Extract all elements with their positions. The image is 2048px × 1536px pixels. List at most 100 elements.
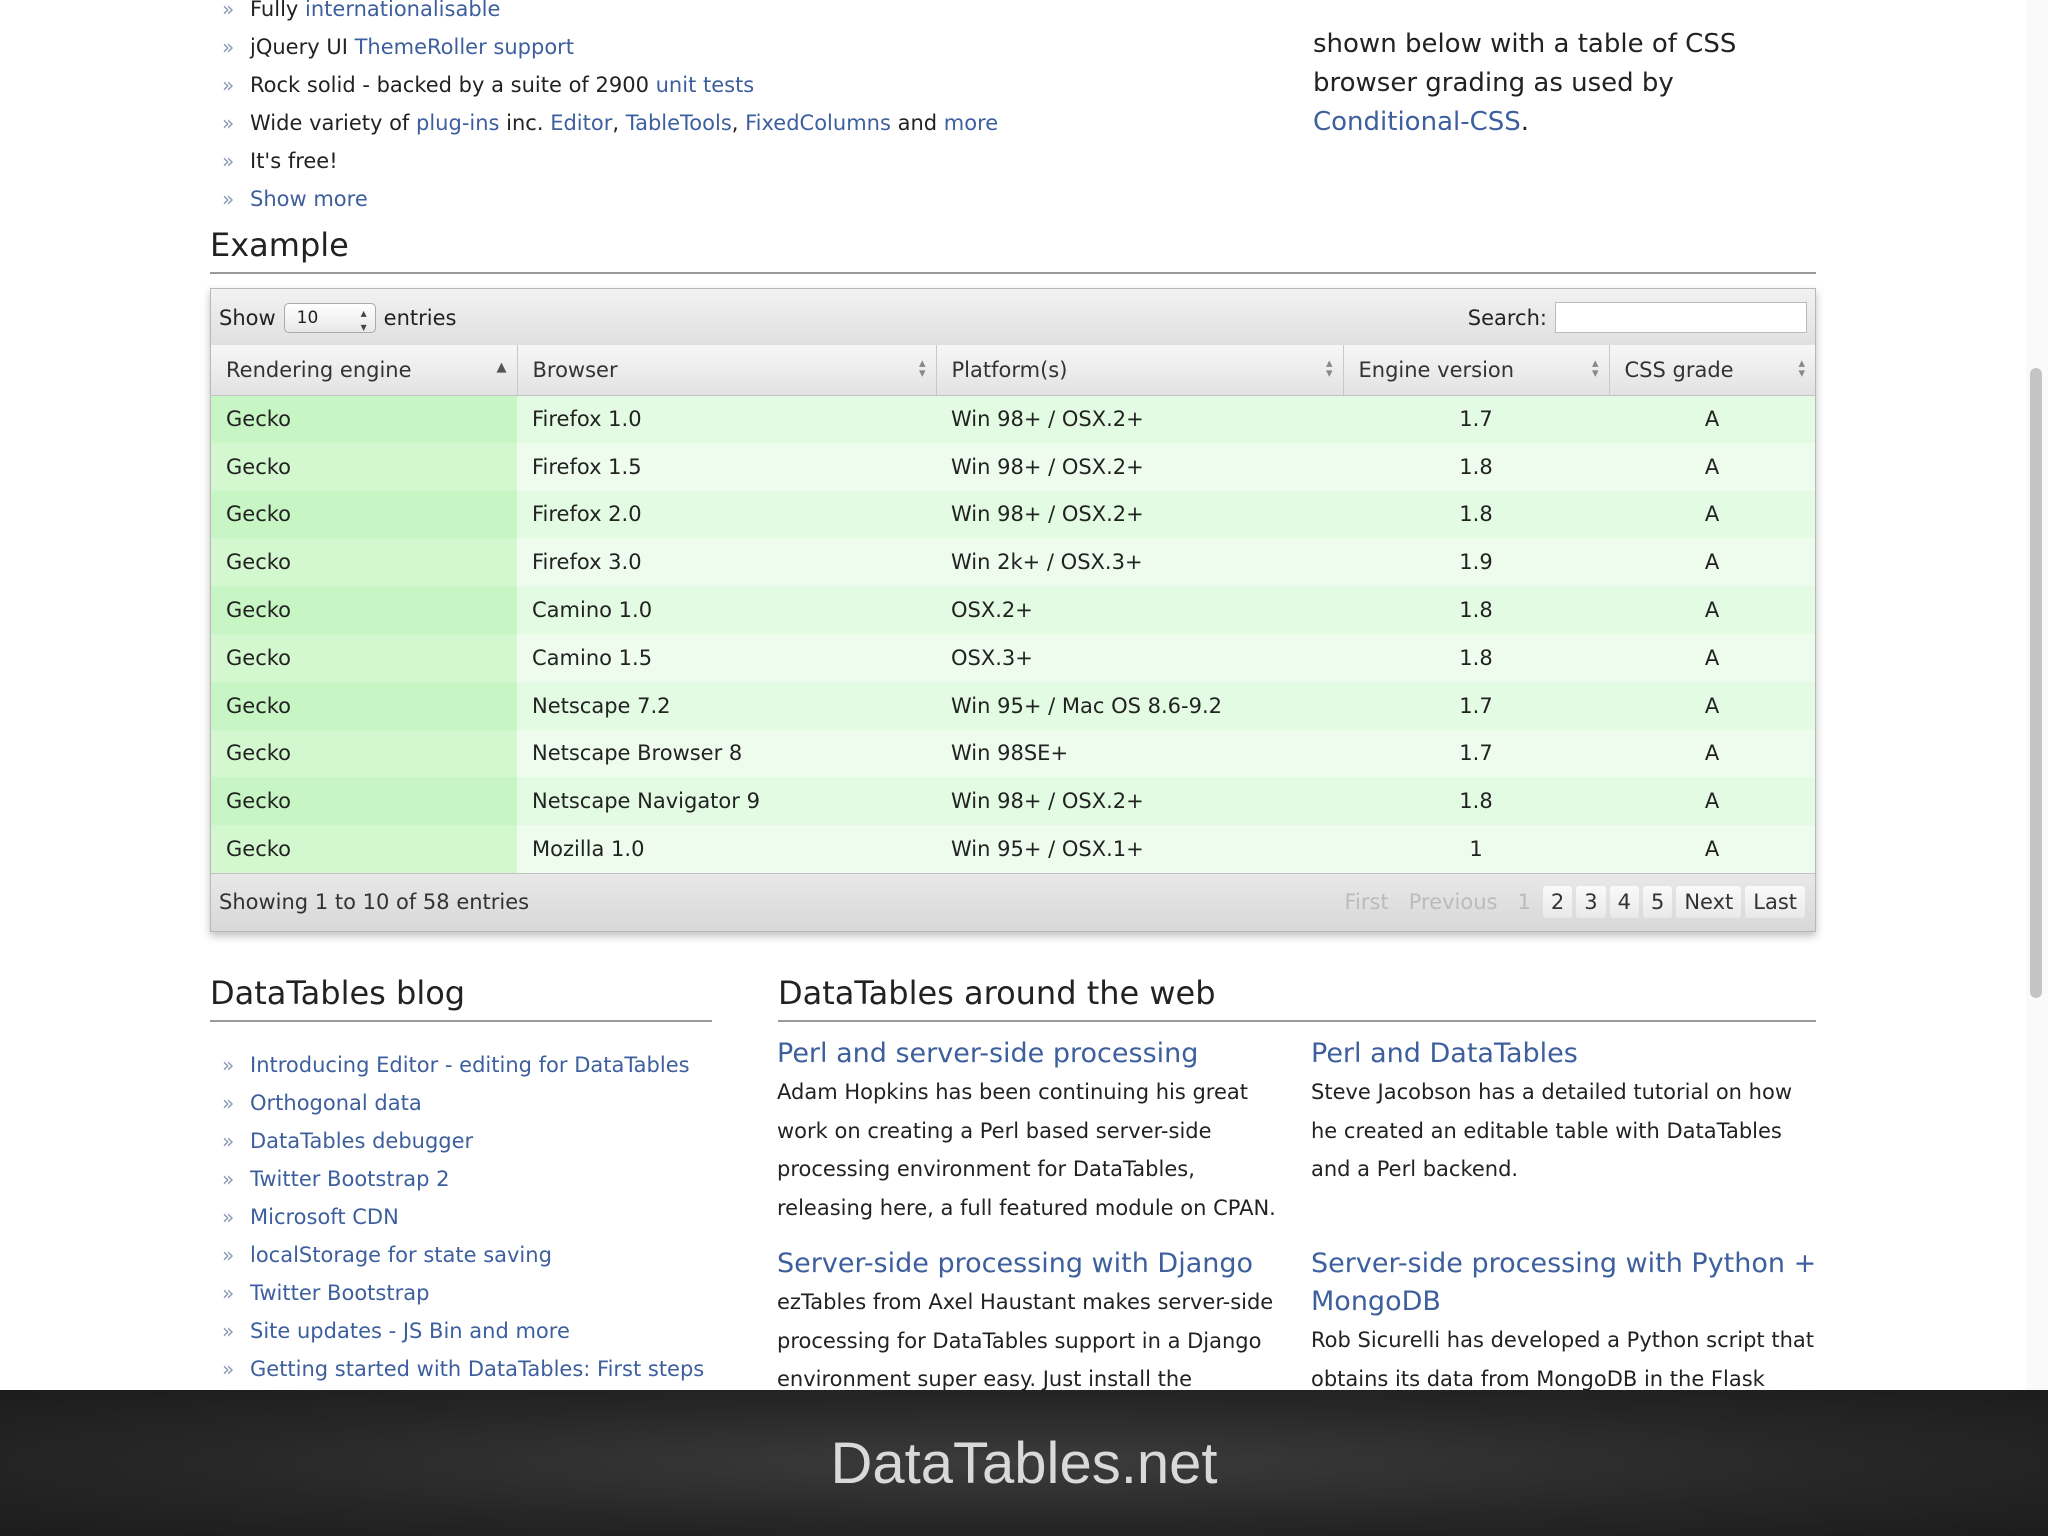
column-header-platforms[interactable]: Platform(s) ▴ ▾ [936, 345, 1344, 396]
table-cell: A [1609, 490, 1815, 539]
previous-page-button[interactable]: Previous [1401, 886, 1506, 918]
web-article-title-link[interactable]: Perl and DataTables [1311, 1035, 1821, 1073]
entries-label: entries [383, 306, 457, 330]
table-cell: A [1609, 538, 1815, 587]
table-row[interactable]: Gecko Camino 1.0 OSX.2+ 1.8 A [211, 586, 1815, 634]
web-article: Server-side processing with Python + Mon… [1311, 1245, 1821, 1390]
table-cell: Win 98+ / OSX.2+ [936, 442, 1343, 491]
web-article-title-link[interactable]: Perl and server-side processing [777, 1035, 1287, 1073]
column-header-browser[interactable]: Browser ▴ ▾ [517, 345, 937, 396]
note-line: shown below with a table of CSS [1313, 29, 1737, 59]
conditional-css-link[interactable]: Conditional-CSS [1313, 107, 1521, 137]
table-cell: Gecko [211, 586, 517, 634]
table-cell: Gecko [211, 729, 517, 778]
blog-post-link[interactable]: Twitter Bootstrap [222, 1274, 702, 1312]
table-row[interactable]: Gecko Firefox 2.0 Win 98+ / OSX.2+ 1.8 A [211, 490, 1815, 539]
select-arrows-icon: ▴ ▾ [360, 306, 367, 334]
table-cell: Mozilla 1.0 [517, 825, 936, 873]
fixedcolumns-link[interactable]: FixedColumns [745, 111, 891, 135]
web-article-title-link[interactable]: Server-side processing with Django [777, 1245, 1287, 1283]
sort-both-icon: ▴ ▾ [1325, 356, 1333, 381]
last-page-button[interactable]: Last [1745, 885, 1805, 918]
table-cell: Camino 1.5 [517, 633, 936, 682]
table-row[interactable]: Gecko Netscape 7.2 Win 95+ / Mac OS 8.6-9.… [211, 681, 1815, 730]
table-cell: A [1609, 586, 1815, 634]
editor-link[interactable]: Editor [550, 111, 612, 135]
table-cell: Win 98+ / OSX.2+ [936, 395, 1343, 443]
table-cell: Gecko [211, 538, 517, 587]
plug-ins-link[interactable]: plug-ins [416, 111, 499, 135]
internationalisable-link[interactable]: internationalisable [305, 0, 500, 21]
table-row[interactable]: Gecko Firefox 3.0 Win 2k+ / OSX.3+ 1.9 A [211, 538, 1815, 587]
table-row[interactable]: Gecko Netscape Navigator 9 Win 98+ / OSX.2… [211, 777, 1815, 826]
table-cell: A [1609, 633, 1815, 682]
table-cell: Firefox 2.0 [517, 490, 936, 539]
column-header-rendering-engine[interactable]: Rendering engine ▲ [211, 345, 518, 396]
table-cell: Firefox 1.5 [517, 442, 936, 491]
feature-text: Wide variety of [250, 111, 417, 135]
sort-both-icon: ▴ ▾ [1591, 356, 1599, 381]
show-label: Show [219, 306, 276, 330]
table-cell: Win 2k+ / OSX.3+ [936, 538, 1343, 587]
table-cell: 1.7 [1343, 681, 1609, 730]
blog-post-link[interactable]: Getting started with DataTables: First s… [222, 1350, 704, 1388]
feature-text: and [890, 111, 944, 135]
web-article-summary: ezTables from Axel Haustant makes server… [777, 1290, 1274, 1390]
blog-post-link[interactable]: Introducing Editor - editing for DataTab… [222, 1046, 702, 1084]
table-cell: A [1609, 442, 1815, 491]
blog-post-link[interactable]: Orthogonal data [222, 1084, 702, 1122]
table-cell: 1.9 [1343, 538, 1609, 587]
blog-post-link[interactable]: localStorage for state saving [222, 1236, 702, 1274]
datatable-footer: Showing 1 to 10 of 58 entries First Prev… [211, 872, 1815, 931]
blog-heading: DataTables blog [210, 974, 712, 1022]
column-header-engine-version[interactable]: Engine version ▴ ▾ [1343, 345, 1610, 396]
column-header-css-grade[interactable]: CSS grade ▴ ▾ [1609, 345, 1815, 396]
table-row[interactable]: Gecko Mozilla 1.0 Win 95+ / OSX.1+ 1 A [211, 825, 1815, 873]
themeroller-link[interactable]: ThemeRoller support [355, 35, 574, 59]
table-info: Showing 1 to 10 of 58 entries [219, 889, 530, 914]
web-article-title-link[interactable]: Server-side processing with Python + Mon… [1311, 1245, 1821, 1321]
page-button[interactable]: 4 [1609, 885, 1639, 918]
page-button[interactable]: 3 [1576, 885, 1606, 918]
next-page-button[interactable]: Next [1676, 885, 1742, 918]
table-cell: Gecko [211, 777, 517, 826]
column-label: CSS grade [1624, 357, 1734, 382]
table-row[interactable]: Gecko Netscape Browser 8 Win 98SE+ 1.7 A [211, 729, 1815, 778]
sort-both-icon: ▴ ▾ [1798, 356, 1805, 381]
web-article: Server-side processing with Django ezTab… [777, 1245, 1287, 1390]
web-heading: DataTables around the web [778, 974, 1816, 1022]
pagination: First Previous 1 2 3 4 5 Next Last [1337, 885, 1805, 918]
web-article: Perl and server-side processing Adam Hop… [777, 1035, 1287, 1227]
table-row[interactable]: Gecko Firefox 1.0 Win 98+ / OSX.2+ 1.7 A [211, 395, 1815, 443]
first-page-button[interactable]: First [1337, 886, 1397, 918]
page-button[interactable]: 5 [1642, 885, 1673, 918]
search-input[interactable] [1555, 302, 1807, 333]
web-article: Perl and DataTables Steve Jacobson has a… [1311, 1035, 1821, 1189]
scrollbar-thumb[interactable] [2030, 368, 2042, 998]
web-article-summary: Rob Sicurelli has developed a Python scr… [1311, 1328, 1814, 1390]
table-cell: Win 95+ / OSX.1+ [936, 825, 1343, 873]
page-button[interactable]: 2 [1542, 885, 1573, 918]
feature-list: Fully internationalisable jQuery UI Them… [222, 0, 1102, 218]
data-table: Rendering engine ▲ Browser ▴ ▾ Platform(s) ▴… [211, 345, 1815, 873]
show-more-link[interactable]: Show more [250, 187, 368, 211]
entries-length-select[interactable]: 10 ▴ ▾ [283, 303, 376, 334]
tabletools-link[interactable]: TableTools [626, 111, 732, 135]
blog-post-link[interactable]: DataTables debugger [222, 1122, 702, 1160]
feature-item: Rock solid - backed by a suite of 2900 u… [222, 66, 1102, 104]
blog-post-link[interactable]: Microsoft CDN [222, 1198, 702, 1236]
table-cell: 1 [1343, 825, 1609, 873]
feature-text: Fully [250, 0, 306, 21]
page-button-current[interactable]: 1 [1509, 886, 1538, 918]
browser-grading-note: shown below with a table of CSS browser … [1313, 0, 1833, 142]
table-row[interactable]: Gecko Camino 1.5 OSX.3+ 1.8 A [211, 633, 1815, 682]
separator-text: , [612, 111, 626, 135]
unit-tests-link[interactable]: unit tests [656, 73, 755, 97]
blog-post-link[interactable]: Site updates - JS Bin and more [222, 1312, 702, 1350]
more-plugins-link[interactable]: more [944, 111, 998, 135]
feature-item: Fully internationalisable [222, 0, 1102, 28]
table-cell: 1.8 [1343, 633, 1609, 682]
blog-post-link[interactable]: Twitter Bootstrap 2 [222, 1160, 702, 1198]
table-row[interactable]: Gecko Firefox 1.5 Win 98+ / OSX.2+ 1.8 A [211, 442, 1815, 491]
note-line: browser grading as used by [1313, 68, 1674, 98]
